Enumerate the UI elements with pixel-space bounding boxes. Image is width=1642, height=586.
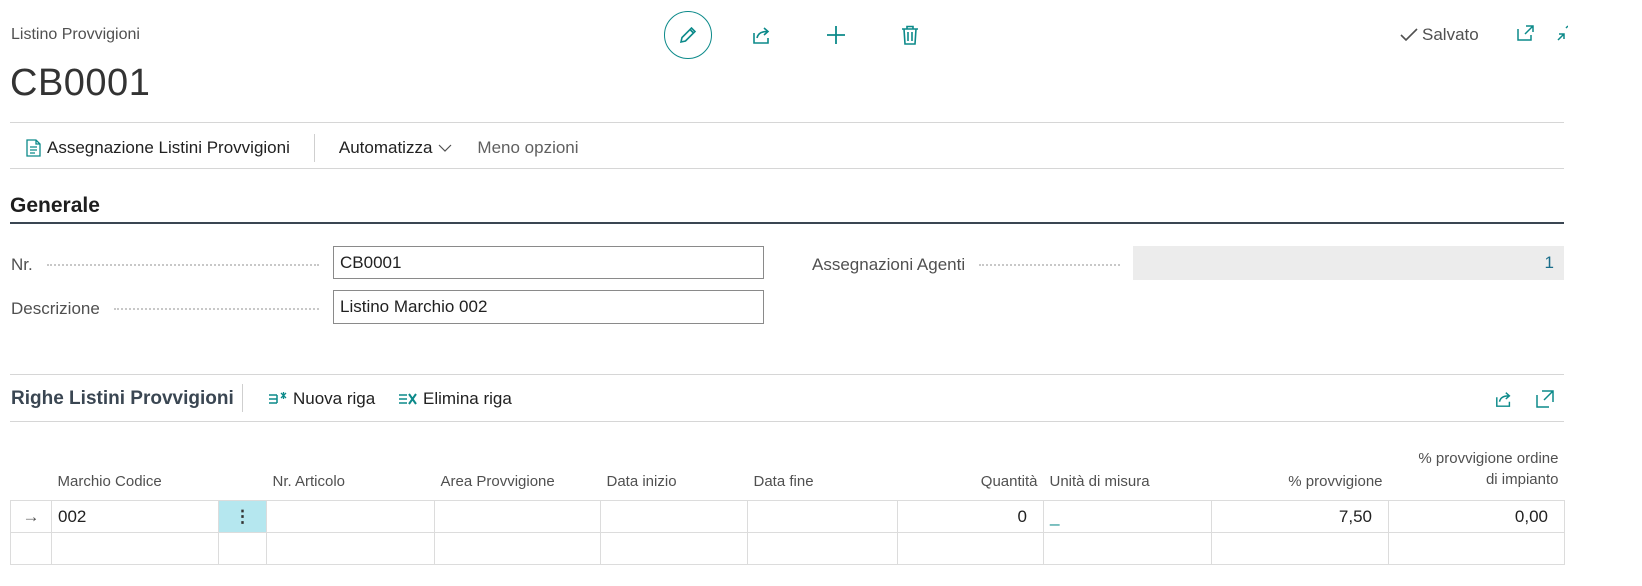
nr-input[interactable]: CB0001	[333, 246, 764, 279]
collapse-icon[interactable]	[1556, 24, 1568, 42]
leader-dots	[113, 308, 319, 310]
nr-label: Nr.	[11, 255, 33, 274]
cell-setup-order-commission-pct[interactable]	[1388, 532, 1565, 565]
expand-lines-button[interactable]	[1536, 390, 1554, 413]
col-setup-order-commission-pct[interactable]: % provvigione ordine di impianto	[1389, 440, 1565, 501]
agent-assignments-value[interactable]: 1	[1133, 246, 1564, 280]
leader-dots	[46, 264, 319, 266]
field-description: Descrizione	[11, 299, 319, 319]
field-agent-assignments: Assegnazioni Agenti	[812, 255, 1120, 275]
less-options-label: Meno opzioni	[477, 138, 579, 157]
col-end-date[interactable]: Data fine	[748, 440, 898, 501]
cell-unit-of-measure[interactable]: _	[1043, 500, 1212, 533]
col-commission-pct[interactable]: % provvigione	[1212, 440, 1389, 501]
assign-action-label: Assegnazione Listini Provvigioni	[47, 138, 290, 157]
table-row-empty[interactable]	[10, 532, 1565, 565]
row-marker	[10, 532, 52, 565]
share-icon	[1496, 392, 1511, 407]
delete-line-label: Elimina riga	[423, 389, 512, 408]
col-item-no[interactable]: Nr. Articolo	[267, 440, 435, 501]
col-menu	[219, 440, 267, 501]
agents-label: Assegnazioni Agenti	[812, 255, 966, 274]
new-line-icon	[269, 392, 287, 404]
description-label: Descrizione	[11, 299, 100, 318]
cell-quantity[interactable]	[897, 532, 1044, 565]
cell-start-date[interactable]	[600, 532, 748, 565]
chevron-down-icon	[438, 144, 452, 152]
cell-quantity[interactable]: 0	[897, 500, 1044, 533]
separator	[242, 384, 243, 412]
automate-menu[interactable]: Automatizza	[339, 138, 454, 158]
delete-line-icon	[399, 393, 417, 405]
cell-commission-area[interactable]	[434, 532, 601, 565]
col-unit-of-measure[interactable]: Unità di misura	[1044, 440, 1212, 501]
cell-item-no[interactable]	[266, 500, 435, 533]
cell-commission-pct[interactable]: 7,50	[1211, 500, 1389, 533]
open-new-window-icon[interactable]	[1516, 24, 1536, 42]
share-icon	[753, 27, 770, 44]
cell-end-date[interactable]	[747, 500, 898, 533]
page-title: CB0001	[10, 62, 151, 104]
col-setup-line1: % provvigione ordine	[1418, 450, 1559, 467]
new-button[interactable]	[812, 11, 860, 59]
cell-setup-order-commission-pct[interactable]: 0,00	[1388, 500, 1565, 533]
cell-start-date[interactable]	[600, 500, 748, 533]
less-options-button[interactable]: Meno opzioni	[477, 138, 578, 158]
saved-label: Salvato	[1422, 25, 1479, 44]
row-menu-cell	[218, 532, 267, 565]
edit-icon	[679, 26, 697, 44]
add-icon	[827, 26, 845, 44]
delete-icon	[902, 25, 918, 45]
assign-commission-lists-action[interactable]: Assegnazione Listini Provvigioni	[26, 138, 290, 158]
table-row[interactable]: → 002 ⋮ 0 _ 7,50 0,00	[10, 500, 1565, 533]
row-menu-button[interactable]: ⋮	[218, 500, 267, 533]
share-button[interactable]	[738, 11, 786, 59]
row-marker-icon: →	[10, 500, 52, 533]
delete-line-button[interactable]: Elimina riga	[398, 389, 512, 409]
separator	[313, 134, 315, 162]
col-brand-code[interactable]: Marchio Codice	[52, 440, 219, 501]
expand-icon	[1536, 390, 1554, 408]
cell-commission-area[interactable]	[434, 500, 601, 533]
table-header: Marchio Codice Nr. Articolo Area Provvig…	[11, 440, 1565, 501]
action-bar: Assegnazione Listini Provvigioni Automat…	[26, 134, 579, 162]
delete-button[interactable]	[886, 11, 934, 59]
edit-button[interactable]	[664, 11, 712, 59]
cell-brand-code[interactable]: 002	[51, 500, 219, 533]
save-status: Salvato	[1400, 25, 1479, 45]
cell-commission-pct[interactable]	[1211, 532, 1389, 565]
divider	[10, 421, 1564, 422]
new-line-button[interactable]: Nuova riga	[268, 389, 375, 409]
report-icon	[26, 139, 41, 157]
page-caption: Listino Provvigioni	[11, 26, 140, 43]
automate-label: Automatizza	[338, 138, 433, 157]
cell-brand-code[interactable]	[51, 532, 219, 565]
section-title-general[interactable]: Generale	[10, 194, 100, 218]
cell-item-no[interactable]	[266, 532, 435, 565]
share-lines-button[interactable]	[1494, 390, 1514, 413]
field-nr: Nr.	[11, 255, 319, 275]
cell-end-date[interactable]	[747, 532, 898, 565]
new-line-label: Nuova riga	[293, 389, 376, 408]
col-quantity[interactable]: Quantità	[898, 440, 1044, 501]
col-setup-line2: di impianto	[1485, 471, 1559, 488]
lines-table: Marchio Codice Nr. Articolo Area Provvig…	[10, 440, 1565, 565]
divider	[10, 374, 1564, 375]
leader-dots	[979, 264, 1120, 266]
description-input[interactable]: Listino Marchio 002	[333, 290, 764, 324]
col-start-date[interactable]: Data inizio	[601, 440, 748, 501]
divider	[10, 168, 1564, 169]
lines-title[interactable]: Righe Listini Provvigioni	[11, 388, 234, 410]
col-commission-area[interactable]: Area Provvigione	[435, 440, 601, 501]
divider	[10, 122, 1564, 123]
top-action-bar	[664, 11, 934, 59]
checkmark-icon	[1400, 28, 1418, 42]
cell-unit-of-measure[interactable]	[1043, 532, 1212, 565]
window-controls	[1516, 24, 1568, 42]
col-marker	[11, 440, 52, 501]
section-underline	[10, 222, 1564, 224]
